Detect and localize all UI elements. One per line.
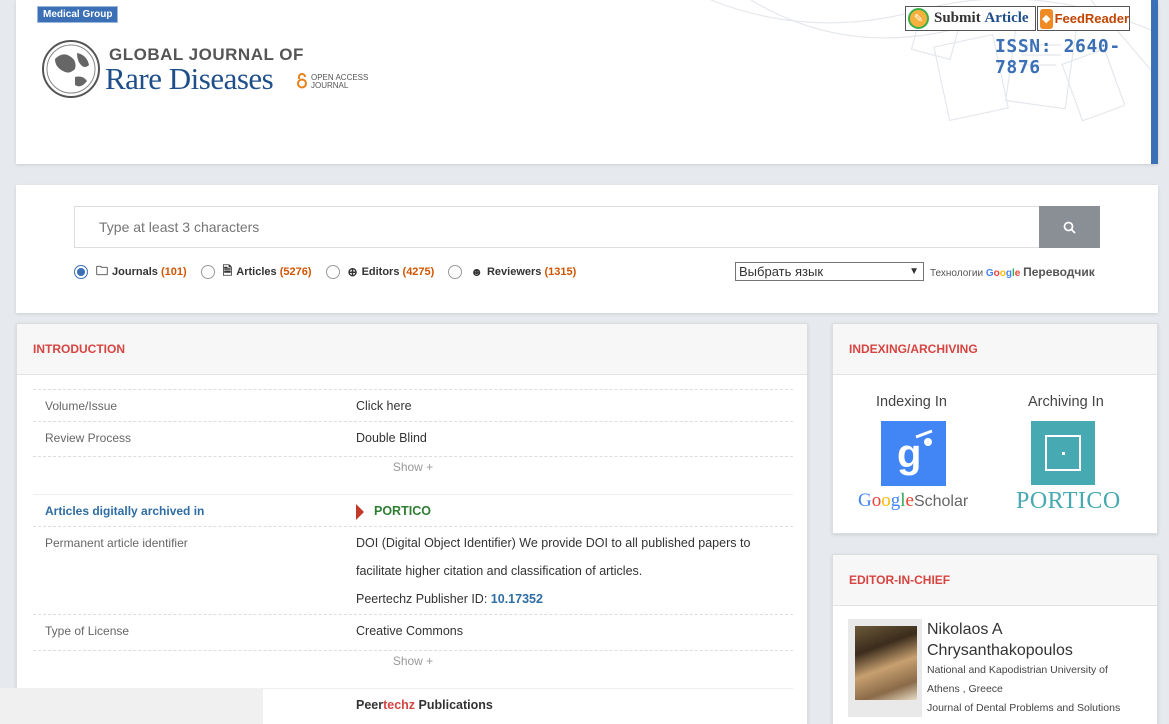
option-count: (5276) [279, 266, 312, 278]
magnifier-icon: ⊕ [347, 265, 358, 279]
show-more-toggle[interactable]: Show + [33, 650, 793, 668]
feedreader-label: FeedReader [1054, 11, 1129, 26]
medical-group-badge[interactable]: Medical Group [37, 6, 119, 23]
folder-search-icon: 🗀 [96, 263, 109, 278]
indexing-title: INDEXING/ARCHIVING [833, 324, 1157, 375]
perm-text-line2: facilitate higher citation and classific… [356, 564, 643, 578]
search-option-reviewers[interactable]: ☻ Reviewers (1315) [448, 265, 576, 279]
row-key: Permanent article identifier [45, 536, 188, 550]
search-input[interactable] [74, 206, 1040, 248]
search-option-editors[interactable]: ⊕ Editors (4275) [325, 265, 435, 279]
indexing-archiving-panel: INDEXING/ARCHIVING Indexing In Archiving… [832, 323, 1158, 534]
perm-text-line1: DOI (Digital Object Identifier) We provi… [356, 536, 751, 550]
radio-button[interactable] [448, 265, 463, 279]
option-count: (101) [160, 266, 187, 278]
doi-prefix-link[interactable]: 10.17352 [491, 592, 543, 606]
row-key[interactable]: Articles digitally archived in [45, 504, 204, 518]
option-label: Reviewers [486, 266, 542, 278]
option-count: (4275) [402, 266, 435, 278]
search-button[interactable] [1039, 206, 1100, 248]
option-label: Journals [112, 266, 158, 278]
introduction-title: INTRODUCTION [17, 324, 807, 375]
option-label: Editors [361, 266, 400, 278]
translate-suffix: Переводчик [1023, 265, 1095, 279]
affiliation-line1: National and Kapodistrian University of [927, 664, 1108, 676]
indexing-in-label: Indexing In [876, 394, 947, 410]
feedreader-button[interactable]: ◆ FeedReader [1037, 6, 1130, 31]
show-more-toggle[interactable]: Show + [33, 456, 793, 474]
language-select[interactable]: Выбрать язык ▼ [735, 262, 924, 281]
issn-label: ISSN: 2640-7876 [995, 36, 1121, 78]
row-key: Volume/Issue [45, 399, 118, 413]
radio-button[interactable] [200, 265, 215, 279]
introduction-panel: INTRODUCTION Volume/Issue Click here Rev… [16, 323, 808, 724]
svg-text:g: g [897, 432, 921, 476]
chevron-down-icon: ▼ [909, 266, 919, 277]
editor-affiliation: National and Kapodistrian University of … [927, 661, 1157, 718]
publisher-id-line: Peertechz Publisher ID: 10.17352 [356, 592, 543, 606]
affiliation-line2: Athens , Greece [927, 683, 1003, 695]
row-key: Review Process [45, 431, 132, 445]
search-option-journals[interactable]: 🗀 Journals (101) [74, 262, 187, 283]
logo-title-line2: Rare Diseases [105, 61, 274, 96]
radio-button[interactable] [74, 265, 88, 279]
option-count: (1315) [544, 266, 577, 278]
pencil-icon: ✎ [908, 8, 929, 29]
site-header: Medical Group GLOBAL JOURNAL OF Rare Dis… [16, 0, 1158, 164]
portico-wordmark[interactable]: PORTICO [1016, 488, 1121, 515]
editor-avatar[interactable] [848, 619, 922, 717]
table-row: Permanent article identifier DOI (Digita… [33, 526, 793, 614]
document-search-icon: 🗎 [222, 263, 233, 278]
table-row: Type of License Creative Commons [33, 614, 793, 646]
publisher-name[interactable]: Peertechz Publications [356, 691, 493, 719]
table-row: Articles digitally archived in PORTICO [33, 494, 793, 526]
rss-cube-icon: ◆ [1040, 8, 1053, 29]
translate-prefix: Технологии [930, 268, 984, 279]
submit-article-button[interactable]: ✎ Submit Article [905, 6, 1036, 31]
archiving-in-label: Archiving In [1028, 394, 1104, 410]
volume-issue-link[interactable]: Click here [356, 392, 412, 420]
triangle-right-icon [356, 503, 364, 520]
editor-name[interactable]: Nikolaos A Chrysanthakopoulos [927, 619, 1147, 661]
license-value: Creative Commons [356, 624, 463, 638]
google-scholar-wordmark[interactable]: GoogleScholar [858, 490, 968, 512]
editor-in-chief-panel: EDITOR-IN-CHIEF Nikolaos A Chrysanthakop… [832, 554, 1158, 724]
search-panel: 🗀 Journals (101) 🗎 Articles (5276) ⊕ Edi… [16, 185, 1158, 313]
open-access-label: OPEN ACCESS JOURNAL [311, 73, 369, 90]
search-icon [1063, 221, 1076, 234]
row-key: Type of License [45, 624, 130, 638]
portico-archive[interactable]: PORTICO [356, 497, 431, 525]
affiliation-line3: Journal of Dental Problems and Solutions [927, 702, 1121, 714]
google-scholar-logo-icon[interactable]: g [881, 421, 946, 486]
portico-logo-icon[interactable] [1031, 421, 1095, 485]
permanent-identifier-value: DOI (Digital Object Identifier) We provi… [356, 529, 750, 613]
user-search-icon: ☻ [470, 265, 483, 279]
overlay-strip [0, 688, 263, 724]
google-wordmark: Google [985, 268, 1021, 279]
option-label: Articles [236, 266, 277, 278]
radio-button[interactable] [325, 265, 340, 279]
submit-article-label: Submit Article [934, 10, 1029, 26]
search-scope-options: 🗀 Journals (101) 🗎 Articles (5276) ⊕ Edi… [74, 264, 590, 280]
portico-link[interactable]: PORTICO [374, 504, 431, 518]
search-option-articles[interactable]: 🗎 Articles (5276) [200, 262, 312, 283]
globe-logo-icon[interactable] [41, 39, 101, 99]
table-row: Review Process Double Blind [33, 421, 793, 453]
table-row: Volume/Issue Click here [33, 389, 793, 421]
open-access-icon [297, 73, 307, 89]
review-process-link[interactable]: Double Blind [356, 424, 427, 452]
google-translate-credit[interactable]: Технологии Google Переводчик [930, 265, 1095, 279]
editor-photo [855, 626, 917, 700]
editor-title: EDITOR-IN-CHIEF [833, 555, 1157, 606]
language-select-value: Выбрать язык [739, 264, 824, 279]
